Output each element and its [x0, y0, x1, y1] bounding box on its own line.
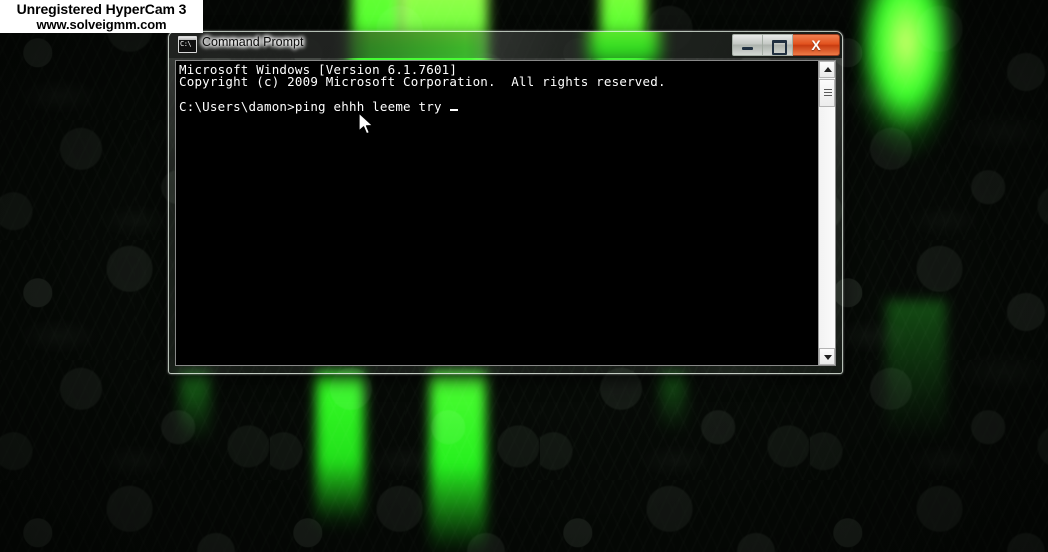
scrollbar-thumb[interactable]: [819, 79, 835, 107]
scroll-down-button[interactable]: [819, 348, 835, 365]
scroll-up-button[interactable]: [819, 61, 835, 78]
console-scrollbar[interactable]: [818, 61, 835, 365]
chevron-down-icon: [824, 355, 832, 360]
scrollbar-grip-icon: [824, 89, 832, 97]
close-icon: X: [811, 37, 821, 53]
screen: Unregistered HyperCam 3 www.solveigmm.co…: [0, 0, 1048, 552]
watermark-line-1: Unregistered HyperCam 3: [16, 1, 187, 17]
chevron-up-icon: [824, 67, 832, 72]
window-titlebar[interactable]: C:\ Command Prompt X: [168, 31, 843, 57]
command-prompt-icon: C:\: [178, 36, 197, 53]
console-caret: [450, 108, 459, 111]
minimize-button[interactable]: [732, 34, 763, 56]
hypercam-watermark: Unregistered HyperCam 3 www.solveigmm.co…: [0, 0, 203, 33]
maximize-icon: [772, 40, 787, 55]
close-button[interactable]: X: [793, 34, 840, 56]
maximize-button[interactable]: [763, 34, 793, 56]
console-client-area[interactable]: Microsoft Windows [Version 6.1.7601] Cop…: [175, 60, 836, 366]
window-title: Command Prompt: [202, 35, 304, 49]
watermark-line-2: www.solveigmm.com: [36, 17, 167, 32]
window-controls: X: [732, 34, 840, 56]
minimize-icon: [742, 47, 753, 50]
icon-label: C:\: [180, 40, 192, 48]
command-prompt-window[interactable]: C:\ Command Prompt X Microsoft Windows […: [168, 31, 843, 374]
console-output: Microsoft Windows [Version 6.1.7601] Cop…: [179, 62, 666, 114]
